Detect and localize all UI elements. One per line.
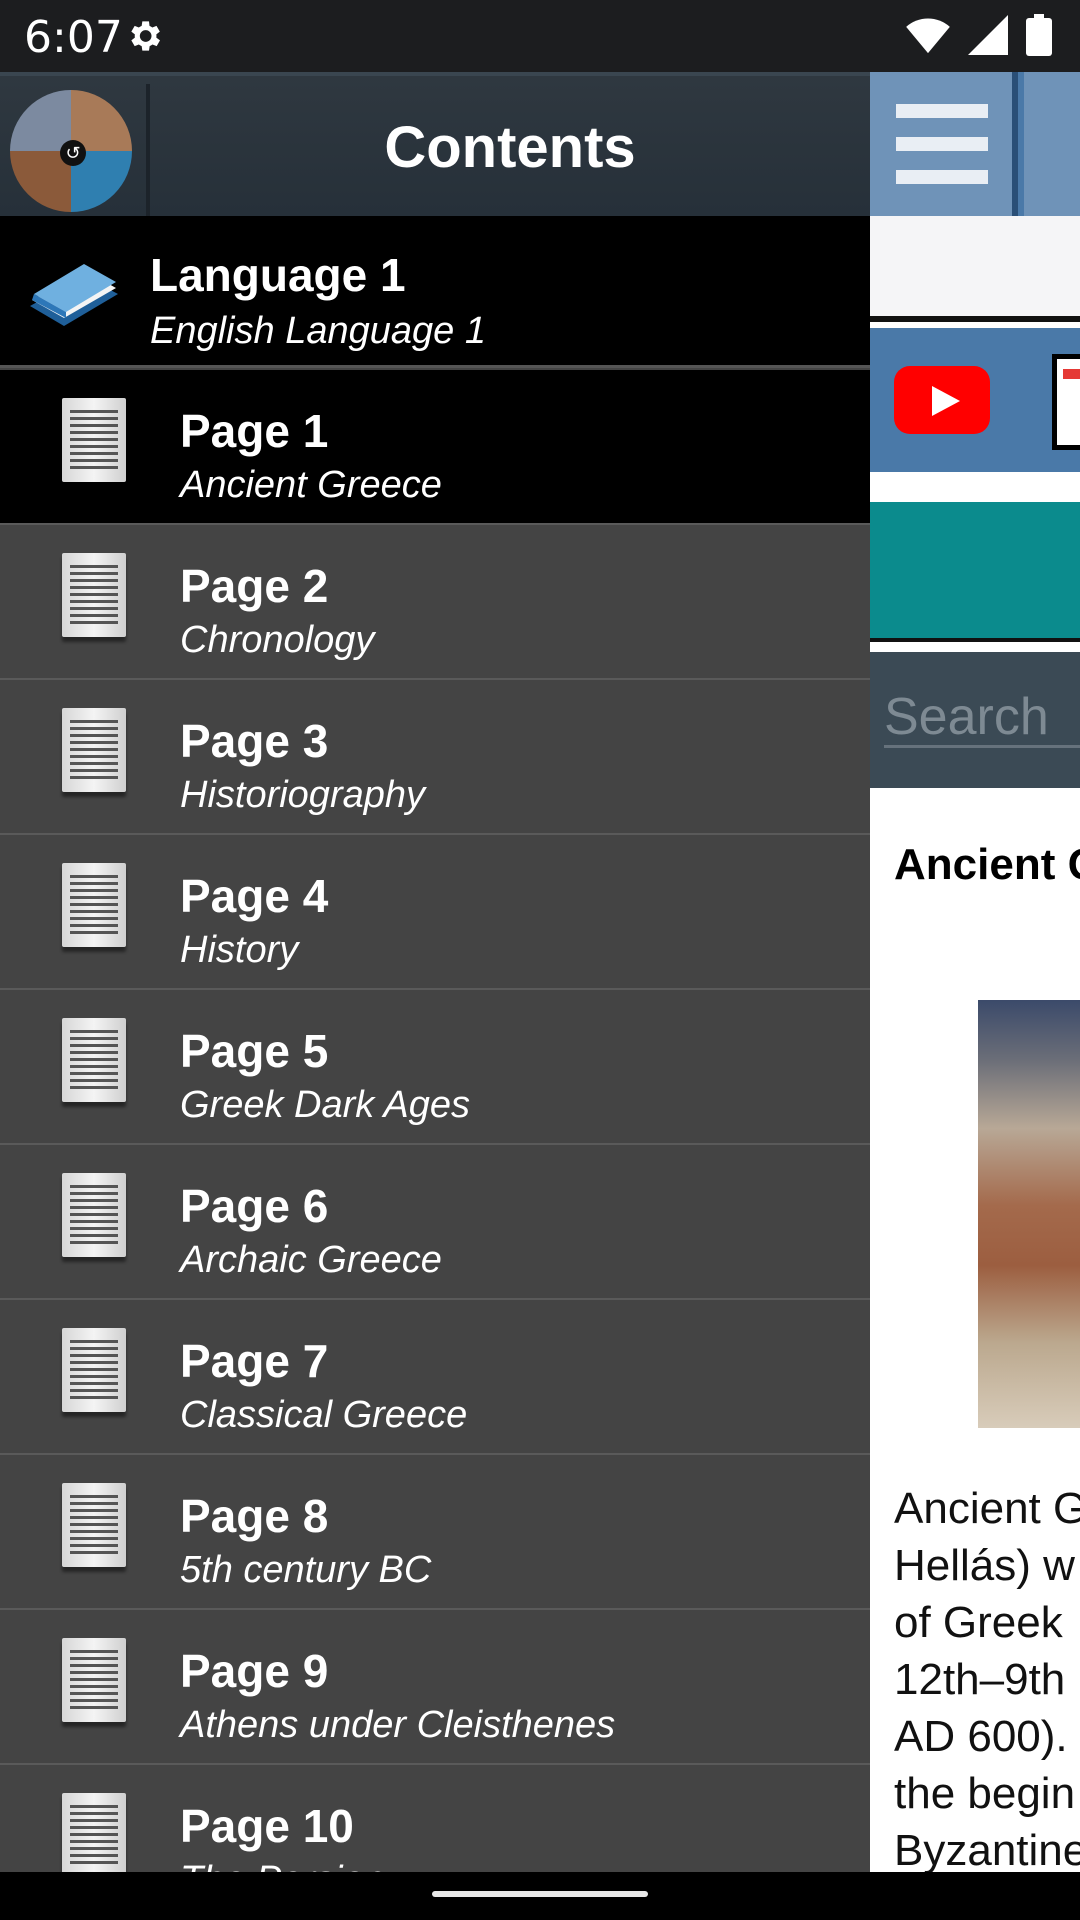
main-content: Ancient G Ancient G Hellás) w of Greek 1…	[870, 72, 1080, 1872]
page-document-icon	[52, 1793, 138, 1872]
page-subtitle: Classical Greece	[180, 1394, 468, 1436]
wifi-icon	[906, 18, 950, 54]
status-icons	[906, 14, 1052, 56]
toolbar-button[interactable]	[1024, 72, 1080, 216]
page-item[interactable]: Page 5 Greek Dark Ages	[0, 990, 870, 1145]
page-document-icon	[52, 1328, 138, 1418]
article-line: AD 600).	[894, 1712, 1068, 1761]
book-icon	[30, 264, 118, 326]
page-subtitle: Greek Dark Ages	[180, 1084, 471, 1126]
article-line: Byzantine	[894, 1826, 1080, 1872]
page-document-icon	[52, 1638, 138, 1728]
home-handle[interactable]	[432, 1891, 648, 1897]
page-document-icon	[52, 553, 138, 643]
page-title: Page 10	[180, 1800, 354, 1852]
drawer-header: ↺ Contents	[0, 72, 870, 220]
page-subtitle: Ancient Greece	[180, 464, 442, 506]
search-bar	[870, 652, 1080, 788]
page-document-icon	[52, 863, 138, 953]
article-title: Ancient G	[894, 840, 1080, 889]
youtube-icon[interactable]	[894, 366, 990, 434]
status-time: 6:07	[24, 12, 123, 63]
page-title: Page 6	[180, 1180, 329, 1232]
page-subtitle: Athens under Cleisthenes	[180, 1704, 616, 1746]
status-bar: 6:07	[0, 0, 1080, 72]
media-bar	[870, 328, 1080, 472]
page-subtitle: 5th century BC	[180, 1549, 432, 1591]
page-document-icon	[52, 1018, 138, 1108]
article-line: of Greek	[894, 1598, 1063, 1647]
page-item[interactable]: Page 4 History	[0, 835, 870, 990]
page-title: Page 3	[180, 715, 329, 767]
page-title: Page 7	[180, 1335, 329, 1387]
page-item[interactable]: Page 10 The Persian	[0, 1765, 870, 1872]
main-toolbar	[870, 72, 1080, 216]
menu-button[interactable]	[870, 72, 1018, 216]
navigation-bar	[0, 1872, 1080, 1920]
article-line: 12th–9th	[894, 1655, 1066, 1704]
hamburger-bar	[896, 137, 988, 151]
page-item[interactable]: Page 9 Athens under Cleisthenes	[0, 1610, 870, 1765]
page-subtitle: Archaic Greece	[180, 1239, 442, 1281]
hamburger-icon	[896, 104, 988, 118]
page-item[interactable]: Page 3 Historiography	[0, 680, 870, 835]
language-item[interactable]: Language 1 English Language 1	[0, 216, 870, 368]
search-input[interactable]	[884, 688, 1080, 748]
article-image	[978, 1000, 1080, 1428]
history-icon: ↺	[60, 140, 86, 166]
page-item[interactable]: Page 2 Chronology	[0, 525, 870, 680]
battery-icon	[1026, 14, 1052, 56]
article-line: the begin	[894, 1769, 1076, 1818]
gear-icon	[131, 21, 160, 51]
page-list: Page 1 Ancient Greece Page 2 Chronology Page…	[0, 370, 870, 1872]
article-line: Hellás) w	[894, 1541, 1075, 1590]
page-title: Page 4	[180, 870, 329, 922]
teal-banner	[870, 502, 1080, 642]
navigation-drawer: ↺ Contents Language 1 English Language 1…	[0, 72, 870, 1872]
page-document-icon	[52, 1173, 138, 1263]
page-item[interactable]: Page 7 Classical Greece	[0, 1300, 870, 1455]
page-subtitle: The Persian	[180, 1859, 385, 1872]
page-title: Page 1	[180, 405, 329, 457]
page-document-icon	[52, 398, 138, 488]
app-avatar[interactable]: ↺	[10, 90, 132, 212]
page-item[interactable]: Page 1 Ancient Greece	[0, 370, 870, 525]
article-line: Ancient G	[894, 1484, 1080, 1533]
page-document-icon	[52, 708, 138, 798]
ad-banner	[870, 216, 1080, 322]
language-title: Language 1	[150, 249, 406, 301]
page-title: Page 2	[180, 560, 329, 612]
drawer-title: Contents	[384, 115, 636, 180]
page-subtitle: History	[180, 929, 299, 971]
page-title: Page 8	[180, 1490, 329, 1542]
document-icon[interactable]	[1052, 354, 1080, 450]
article-body: Ancient G Hellás) w of Greek 12th–9th AD…	[894, 1480, 1080, 1872]
page-item[interactable]: Page 6 Archaic Greece	[0, 1145, 870, 1300]
page-item[interactable]: Page 8 5th century BC	[0, 1455, 870, 1610]
language-subtitle: English Language 1	[150, 310, 486, 352]
hamburger-bar	[896, 170, 988, 184]
page-document-icon	[52, 1483, 138, 1573]
page-title: Page 5	[180, 1025, 329, 1077]
page-subtitle: Historiography	[180, 774, 425, 816]
page-title: Page 9	[180, 1645, 329, 1697]
signal-icon	[968, 15, 1008, 55]
page-subtitle: Chronology	[180, 619, 375, 661]
